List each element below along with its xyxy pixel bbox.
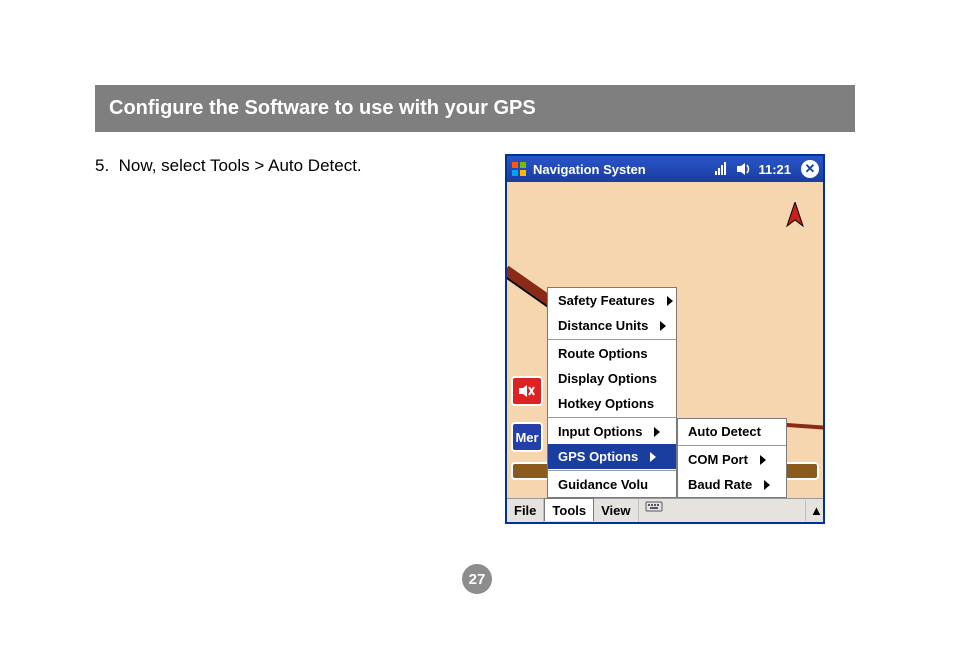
menubar-item-file[interactable]: File [507, 499, 544, 522]
up-arrow-button[interactable]: ▲ [805, 500, 823, 521]
step-text: 5. Now, select Tools > Auto Detect. [95, 154, 475, 176]
chevron-right-icon [667, 296, 673, 306]
windows-flag-icon [511, 161, 527, 177]
menu-item-label: Display Options [558, 371, 657, 386]
menu-item-label: Baud Rate [688, 477, 752, 492]
menubar-item-tools[interactable]: Tools [544, 498, 594, 521]
compass-icon [785, 202, 805, 232]
menu-button[interactable]: Mer [511, 422, 543, 452]
menu-item-baud-rate[interactable]: Baud Rate [678, 472, 786, 497]
menu-item-label: Route Options [558, 346, 648, 361]
menu-item-input-options[interactable]: Input Options [548, 419, 676, 444]
menu-item-label: Guidance Volu [558, 477, 648, 492]
menu-item-hotkey-options[interactable]: Hotkey Options [548, 391, 676, 416]
menu-item-guidance-volume[interactable]: Guidance Volu [548, 472, 676, 497]
menu-item-label: Input Options [558, 424, 642, 439]
device-clock: 11:21 [758, 162, 791, 177]
menu-item-gps-options[interactable]: GPS Options [548, 444, 676, 469]
menu-item-route-options[interactable]: Route Options [548, 341, 676, 366]
device-menubar: File Tools View ▲ [507, 498, 823, 522]
keyboard-icon[interactable] [645, 499, 663, 513]
step-number: 5. [95, 156, 109, 175]
menu-item-label: Distance Units [558, 318, 648, 333]
chevron-right-icon [764, 480, 770, 490]
menu-separator [548, 417, 676, 418]
menu-item-distance-units[interactable]: Distance Units [548, 313, 676, 338]
device-titlebar: Navigation Systen 11:21 ✕ [507, 156, 823, 182]
map-canvas[interactable]: Mer Safety Features Distance Units Route… [507, 182, 823, 522]
mute-button[interactable] [511, 376, 543, 406]
step-body: Now, select Tools > Auto Detect. [119, 156, 362, 175]
tools-menu: Safety Features Distance Units Route Opt… [547, 287, 677, 498]
page-number-badge: 27 [462, 564, 492, 594]
device-title-text: Navigation Systen [533, 162, 646, 177]
chevron-right-icon [760, 455, 766, 465]
speaker-icon[interactable] [736, 162, 752, 176]
menu-separator [678, 445, 786, 446]
menu-item-safety-features[interactable]: Safety Features [548, 288, 676, 313]
menu-item-label: COM Port [688, 452, 748, 467]
menu-item-label: Auto Detect [688, 424, 761, 439]
close-icon[interactable]: ✕ [801, 160, 819, 178]
menu-item-label: Hotkey Options [558, 396, 654, 411]
chevron-right-icon [650, 452, 656, 462]
menu-item-auto-detect[interactable]: Auto Detect [678, 419, 786, 444]
menu-item-com-port[interactable]: COM Port [678, 447, 786, 472]
menu-item-display-options[interactable]: Display Options [548, 366, 676, 391]
chevron-right-icon [654, 427, 660, 437]
menu-item-label: GPS Options [558, 449, 638, 464]
menubar-item-view[interactable]: View [594, 499, 638, 522]
gps-options-submenu: Auto Detect COM Port Baud Rate [677, 418, 787, 498]
menu-separator [548, 470, 676, 471]
menu-separator [548, 339, 676, 340]
section-title: Configure the Software to use with your … [95, 85, 855, 132]
device-screenshot: Navigation Systen 11:21 ✕ [505, 154, 825, 524]
signal-icon[interactable] [714, 162, 730, 176]
chevron-right-icon [660, 321, 666, 331]
menu-item-label: Safety Features [558, 293, 655, 308]
